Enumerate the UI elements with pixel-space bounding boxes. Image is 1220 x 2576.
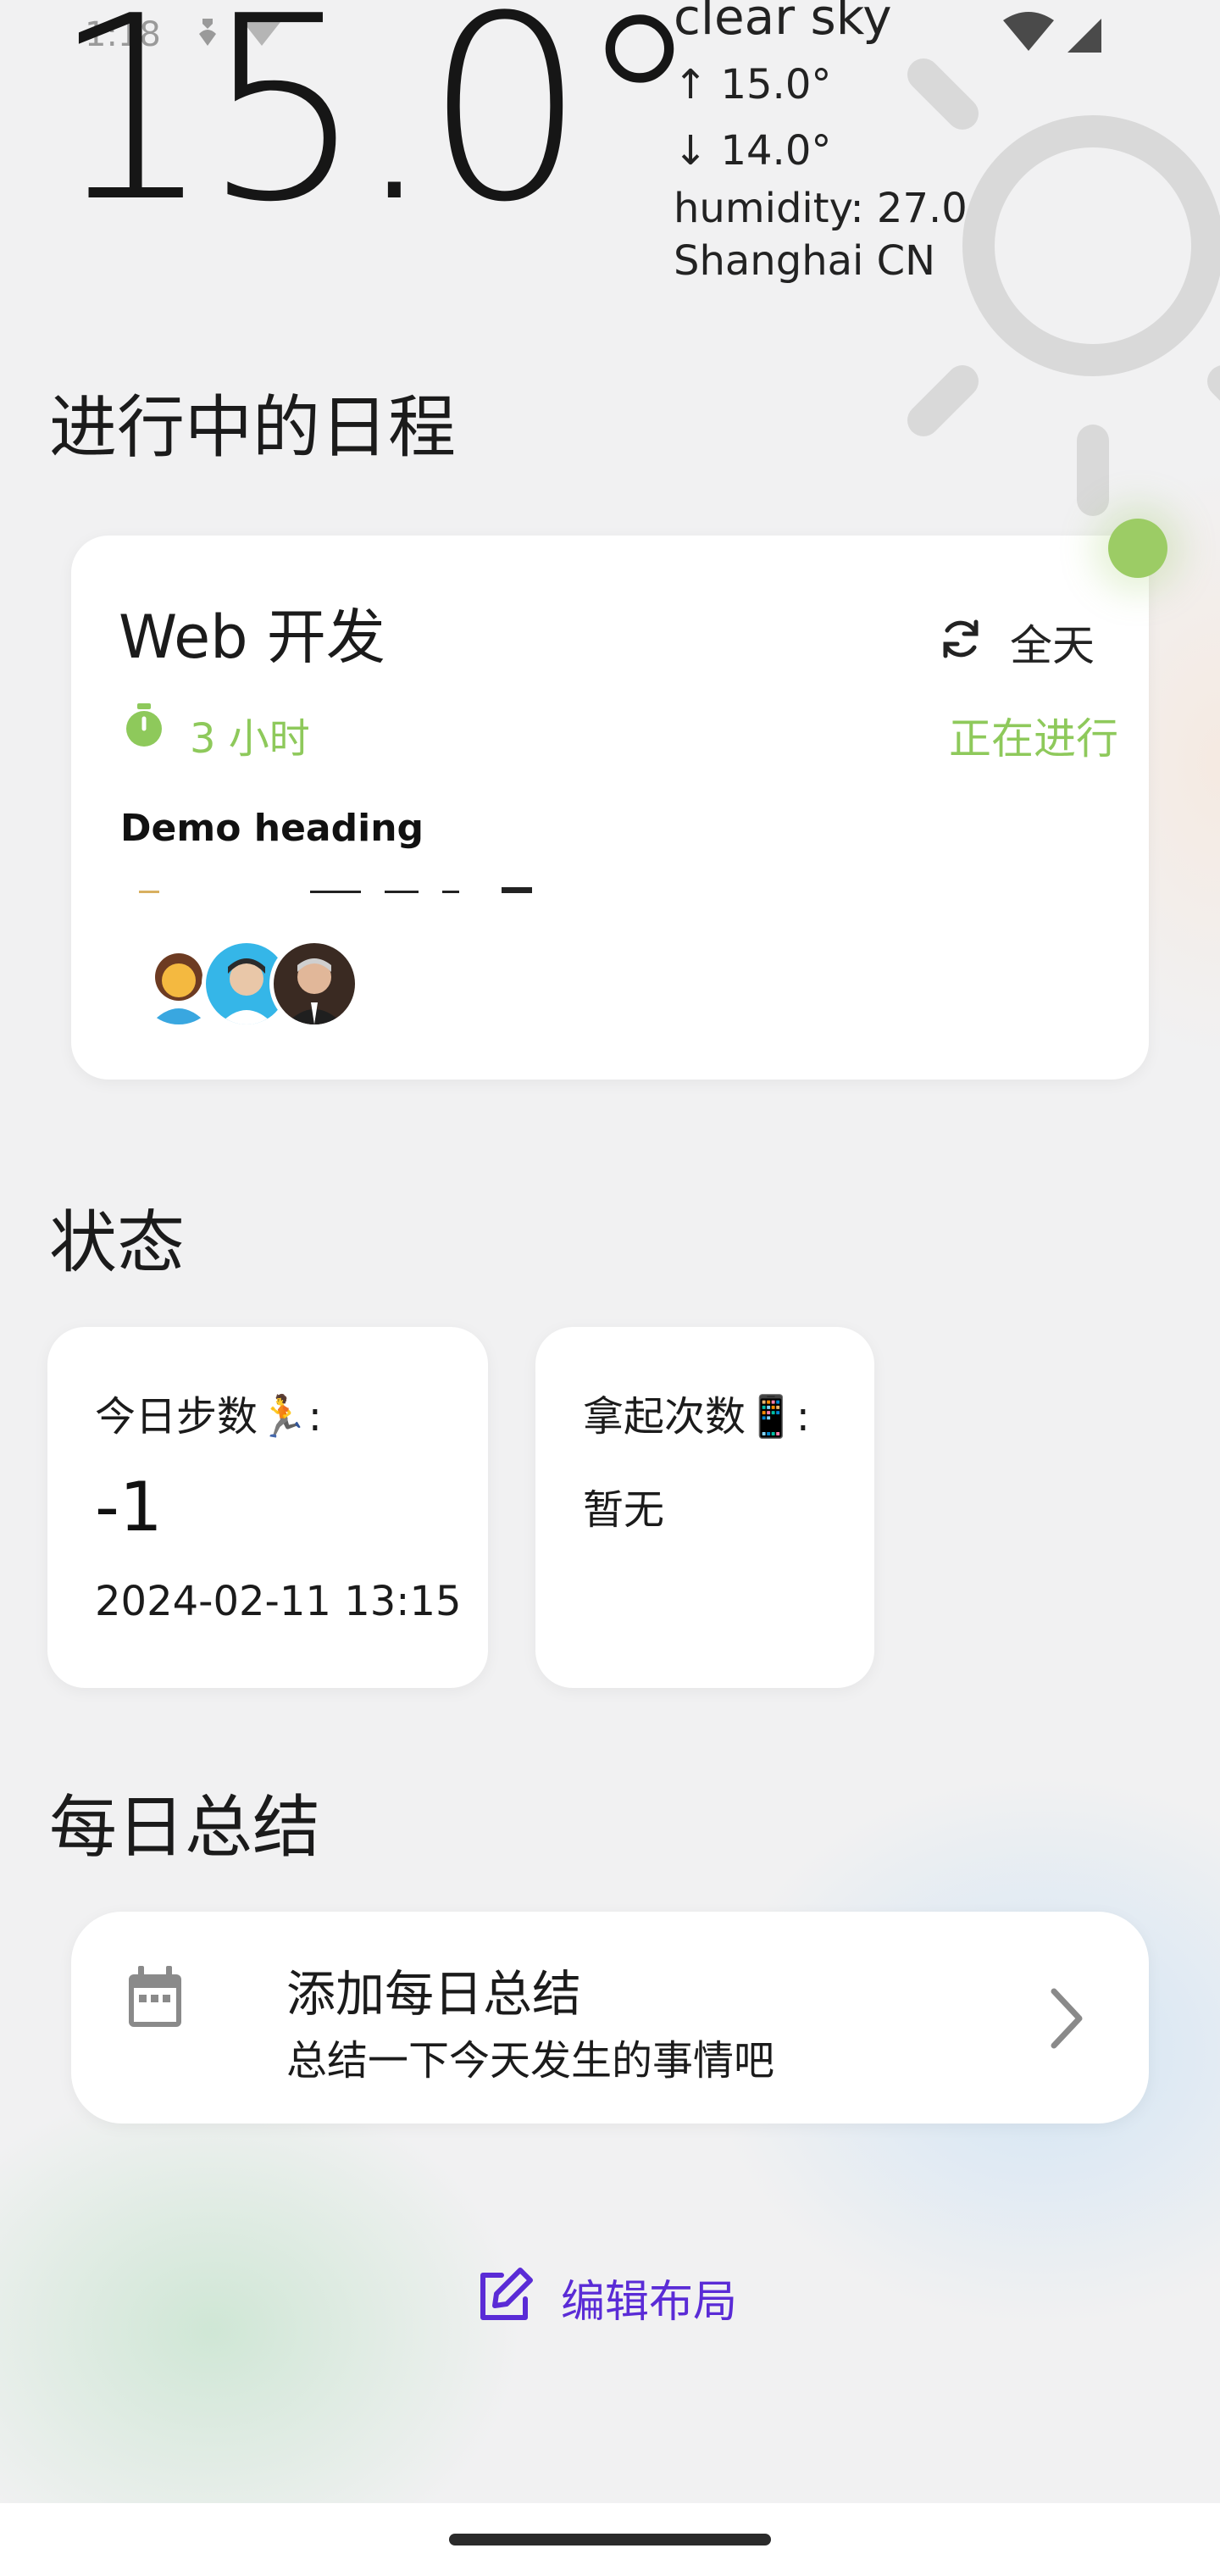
schedule-section-title: 进行中的日程	[49, 388, 456, 467]
summary-section-title: 每日总结	[49, 1788, 320, 1867]
steps-card[interactable]: 今日步数🏃: -1 2024-02-11 13:15	[47, 1327, 488, 1688]
edit-layout-label: 编辑布局	[561, 2276, 738, 2328]
sun-icon	[890, 51, 1220, 529]
weather-location: Shanghai CN	[674, 237, 936, 285]
steps-label: 今日步数🏃:	[95, 1393, 322, 1441]
refresh-icon	[937, 615, 984, 666]
pickups-value: 暂无	[583, 1486, 665, 1534]
schedule-status: 正在进行	[949, 714, 1118, 763]
steps-value: -1	[95, 1468, 163, 1546]
stopwatch-icon	[120, 702, 168, 752]
steps-timestamp: 2024-02-11 13:15	[95, 1578, 462, 1625]
temperature: 15.0°	[51, 0, 703, 258]
summary-title: 添加每日总结	[286, 1965, 582, 2023]
add-summary-card[interactable]: 添加每日总结 总结一下今天发生的事情吧	[71, 1912, 1149, 2124]
pickups-label: 拿起次数📱:	[583, 1393, 810, 1441]
chevron-right-icon	[1045, 1985, 1088, 2056]
active-indicator-dot	[1108, 519, 1167, 578]
schedule-card[interactable]: Web 开发 全天 3 小时 正在进行 Demo heading	[71, 536, 1149, 1080]
schedule-heading: Demo heading	[120, 807, 424, 850]
edit-icon	[474, 2265, 535, 2329]
weather-high: ↑ 15.0°	[674, 61, 832, 108]
calendar-icon	[125, 1966, 185, 2034]
avatar	[269, 939, 359, 1029]
weather-low: ↓ 14.0°	[674, 127, 832, 175]
edit-layout-button[interactable]: 编辑布局	[474, 2259, 737, 2335]
weather-description: clear sky	[674, 0, 892, 46]
pickups-card[interactable]: 拿起次数📱: 暂无	[535, 1327, 874, 1688]
weather-humidity: humidity: 27.0	[674, 185, 968, 232]
status-section-title: 状态	[49, 1203, 185, 1282]
schedule-content-clipped	[120, 883, 663, 893]
home-indicator[interactable]	[449, 2534, 771, 2545]
schedule-time: 全天	[1010, 621, 1095, 670]
schedule-title: Web 开发	[119, 602, 385, 672]
summary-subtitle: 总结一下今天发生的事情吧	[286, 2037, 775, 2085]
schedule-duration: 3 小时	[190, 715, 310, 763]
signal-icon	[1068, 19, 1101, 53]
wifi-icon	[1003, 12, 1054, 51]
